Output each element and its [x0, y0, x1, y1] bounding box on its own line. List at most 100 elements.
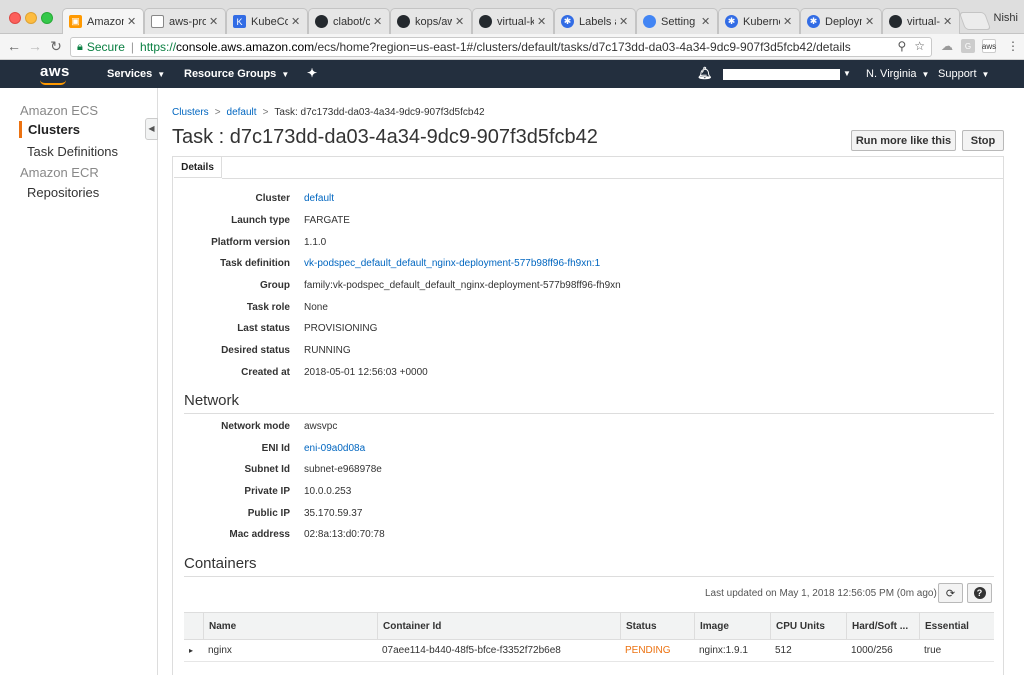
- browser-tab-kubernetes[interactable]: ✱ Kubernet✕: [718, 8, 800, 34]
- page-title: Task : d7c173dd-da03-4a34-9dc9-907f3d5fc…: [172, 126, 598, 148]
- container-name: nginx: [208, 645, 232, 656]
- close-tab-icon[interactable]: ✕: [619, 15, 629, 28]
- github-favicon-icon: [889, 15, 902, 28]
- new-tab-button[interactable]: [958, 12, 992, 30]
- network-row: Mac address 02:8a:13:d0:70:78: [229, 529, 385, 540]
- close-tab-icon[interactable]: ✕: [127, 15, 137, 28]
- close-tab-icon[interactable]: ✕: [373, 15, 383, 28]
- menu-kebab-icon[interactable]: ⋮: [1006, 39, 1020, 53]
- sidebar-item-clusters[interactable]: Clusters: [28, 122, 80, 137]
- container-cpu: 512: [775, 645, 792, 656]
- sidebar-item-repositories[interactable]: Repositories: [27, 185, 99, 200]
- help-button[interactable]: ?: [967, 583, 992, 603]
- network-heading: Network: [184, 392, 240, 409]
- network-row: ENI Id eni-09a0d08a: [261, 443, 366, 454]
- last-updated-text: Last updated on May 1, 2018 12:56:05 PM …: [705, 588, 937, 599]
- cloud-extension-icon[interactable]: ☁: [940, 39, 954, 53]
- column-header-container-id[interactable]: Container Id: [377, 613, 620, 639]
- forward-arrow-icon[interactable]: →: [27, 38, 43, 54]
- support-menu[interactable]: Support ▼: [938, 68, 989, 80]
- browser-tab-virtual-k-1[interactable]: virtual-k ✕: [472, 8, 554, 34]
- detail-row: Cluster default: [255, 193, 335, 204]
- browser-tab-kops[interactable]: kops/aws✕: [390, 8, 472, 34]
- pin-icon[interactable]: ✦: [307, 66, 317, 80]
- region-menu[interactable]: N. Virginia ▼: [866, 68, 929, 80]
- minimize-window-button[interactable]: [25, 12, 37, 24]
- chevron-down-icon[interactable]: ▼: [843, 69, 851, 78]
- reload-icon[interactable]: ↻: [48, 38, 64, 54]
- sidebar-section-ecr: Amazon ECR: [20, 165, 99, 180]
- close-tab-icon[interactable]: ✕: [865, 15, 875, 28]
- column-header-image[interactable]: Image: [694, 613, 770, 639]
- refresh-button[interactable]: ⟳: [938, 583, 963, 603]
- browser-tab-aws-proj[interactable]: aws-proj✕: [144, 8, 226, 34]
- breadcrumb-clusters[interactable]: Clusters: [172, 107, 209, 118]
- close-window-button[interactable]: [9, 12, 21, 24]
- google-cloud-favicon-icon: [643, 15, 656, 28]
- container-image: nginx:1.9.1: [699, 645, 748, 656]
- containers-table-header: Name Container Id Status Image CPU Units…: [184, 612, 994, 640]
- expand-row-icon[interactable]: ▸: [184, 640, 203, 661]
- column-header-cpu[interactable]: CPU Units: [770, 613, 846, 639]
- column-header-essential[interactable]: Essential: [919, 613, 994, 639]
- address-bar[interactable]: 🔒︎ Secure | https://console.aws.amazon.c…: [70, 37, 932, 57]
- breadcrumb-cluster[interactable]: default: [227, 107, 257, 118]
- container-memory: 1000/256: [851, 645, 893, 656]
- network-row: Network mode awsvpc: [221, 421, 338, 432]
- g-extension-icon[interactable]: G: [961, 39, 975, 53]
- cluster-link[interactable]: default: [304, 193, 334, 204]
- browser-tab-deployments[interactable]: ✱ Deploym✕: [800, 8, 882, 34]
- eni-link[interactable]: eni-09a0d08a: [304, 443, 365, 454]
- back-arrow-icon[interactable]: ←: [6, 38, 22, 54]
- document-favicon-icon: [151, 15, 164, 28]
- aws-logo[interactable]: aws: [40, 63, 70, 80]
- browser-tab-amazon[interactable]: ▣ Amazon ✕: [62, 8, 144, 34]
- network-row: Public IP 35.170.59.37: [247, 508, 363, 519]
- table-row[interactable]: ▸ nginx 07aee114-b440-48f5-bfce-f3352f72…: [184, 640, 994, 662]
- browser-tab-kubecon[interactable]: K KubeCon✕: [226, 8, 308, 34]
- close-tab-icon[interactable]: ✕: [209, 15, 219, 28]
- aws-smile-icon: [40, 80, 66, 85]
- sidebar: Amazon ECS Clusters Task Definitions Ama…: [0, 88, 158, 675]
- column-header-status[interactable]: Status: [620, 613, 694, 639]
- stop-button[interactable]: Stop: [962, 130, 1004, 151]
- browser-tab-clabot[interactable]: clabot/cl ✕: [308, 8, 390, 34]
- account-menu[interactable]: [723, 69, 840, 80]
- task-definition-link[interactable]: vk-podspec_default_default_nginx-deploym…: [304, 258, 600, 269]
- active-indicator: [19, 121, 22, 138]
- aws-favicon-icon: ▣: [69, 15, 82, 28]
- browser-tab-labels[interactable]: ✱ Labels ar✕: [554, 8, 636, 34]
- resource-groups-menu[interactable]: Resource Groups ▼: [184, 68, 289, 80]
- close-tab-icon[interactable]: ✕: [783, 15, 793, 28]
- browser-profile[interactable]: Nishi: [994, 12, 1018, 24]
- sidebar-item-task-definitions[interactable]: Task Definitions: [27, 144, 118, 159]
- bookmark-star-icon[interactable]: ☆: [914, 39, 925, 53]
- browser-toolbar: ← → ↻ 🔒︎ Secure | https://console.aws.am…: [0, 34, 1024, 60]
- close-tab-icon[interactable]: ✕: [943, 15, 953, 28]
- column-header-name[interactable]: Name: [203, 613, 377, 639]
- zoom-icon[interactable]: ⚲: [897, 39, 906, 53]
- run-more-button[interactable]: Run more like this: [851, 130, 956, 151]
- close-tab-icon[interactable]: ✕: [291, 15, 301, 28]
- status-badge: PENDING: [625, 645, 671, 656]
- container-essential: true: [924, 645, 942, 656]
- column-header-memory[interactable]: Hard/Soft ...: [846, 613, 919, 639]
- collapse-sidebar-button[interactable]: ◀: [145, 118, 158, 140]
- maximize-window-button[interactable]: [41, 12, 53, 24]
- bell-icon[interactable]: 🔔︎: [697, 66, 712, 80]
- close-tab-icon[interactable]: ✕: [701, 15, 711, 28]
- close-tab-icon[interactable]: ✕: [537, 15, 547, 28]
- services-menu[interactable]: Services ▼: [107, 68, 165, 80]
- browser-tab-setting-up[interactable]: Setting u✕: [636, 8, 718, 34]
- tab-details[interactable]: Details: [174, 157, 222, 178]
- refresh-icon: ⟳: [945, 587, 956, 600]
- kubernetes-favicon-icon: ✱: [561, 15, 574, 28]
- browser-tab-virtual-k-2[interactable]: virtual-k✕: [882, 8, 960, 34]
- close-tab-icon[interactable]: ✕: [455, 15, 465, 28]
- browser-tab-strip: ▣ Amazon✕ aws-proj✕ K KubeCon✕ clabot/cl…: [0, 0, 1024, 34]
- aws-extension-icon[interactable]: aws: [982, 39, 996, 53]
- containers-heading: Containers: [184, 555, 257, 572]
- detail-row: Last status PROVISIONING: [237, 323, 378, 334]
- kubecon-favicon-icon: K: [233, 15, 246, 28]
- detail-row: Platform version 1.1.0: [211, 237, 327, 248]
